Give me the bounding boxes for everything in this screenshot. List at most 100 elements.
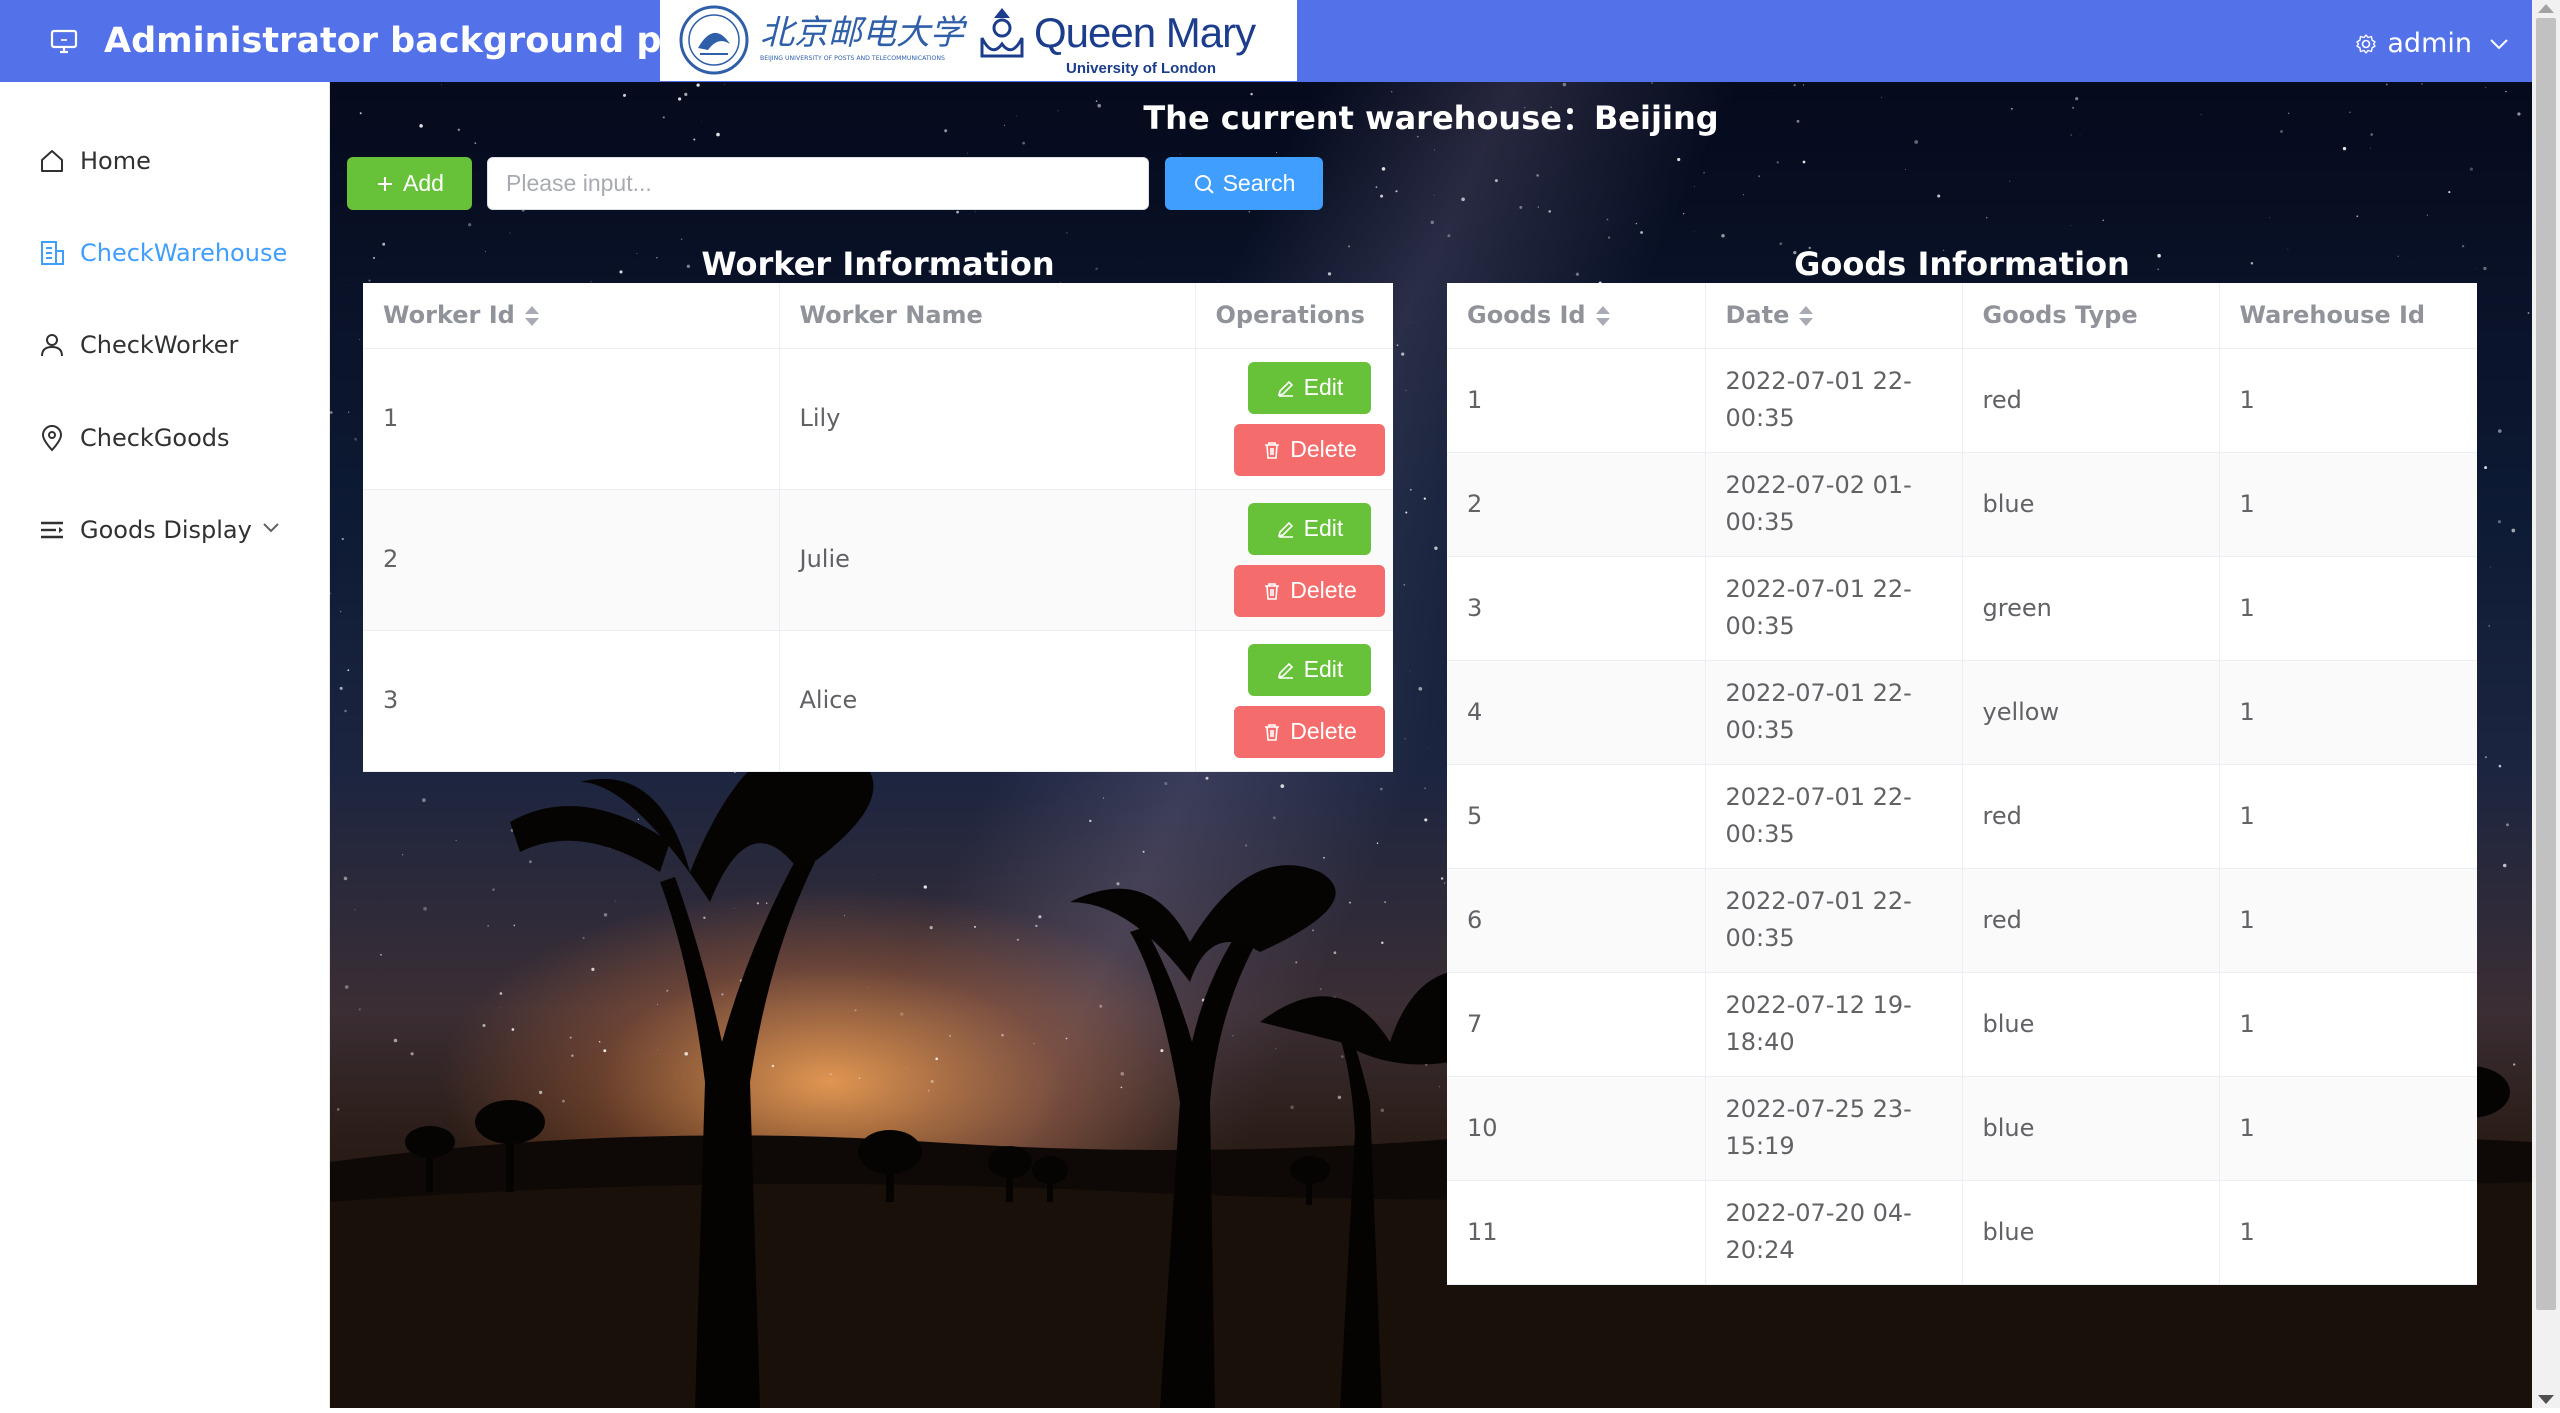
goods-id-cell: 2 [1447,452,1706,557]
chevron-down-icon [2490,39,2508,50]
scroll-up-arrow[interactable] [2538,4,2554,13]
worker-name-cell: Lily [779,348,1196,490]
edit-button[interactable]: Edit [1248,643,1371,696]
goods-type-cell: blue [1962,972,2220,1077]
goods-id-cell: 3 [1447,556,1706,661]
trash-icon [1265,582,1280,600]
table-row: 1 2022-07-01 22-00:35 red 1 [1447,348,2477,453]
edit-button[interactable]: Edit [1248,502,1371,555]
goods-type-cell: blue [1962,452,2220,557]
sort-icon[interactable] [1799,305,1814,327]
sidebar: Home CheckWarehouse CheckWorker CheckGoo… [0,82,330,1408]
date-cell: 2022-07-12 19-18:40 [1705,972,1963,1077]
chevron-down-icon [263,523,279,533]
column-header-warehouse-id: Warehouse Id [2219,283,2477,349]
operations-cell: Edit Delete [1195,489,1393,631]
table-row: 1 Lily Edit Delete [363,348,1393,490]
date-cell: 2022-07-01 22-00:35 [1705,348,1963,453]
table-row: 2 Julie Edit Delete [363,489,1393,631]
sort-icon[interactable] [1595,305,1610,327]
add-button[interactable]: Add [347,157,472,210]
sidebar-item-label: Goods Display [80,516,252,544]
column-header-worker-name: Worker Name [779,283,1196,349]
date-cell: 2022-07-01 22-00:35 [1705,764,1963,869]
sidebar-item-goods-display[interactable]: Goods Display [0,484,330,576]
edit-button[interactable]: Edit [1248,361,1371,414]
goods-table: Goods Id Date Goods Type Warehouse Id 1 2… [1447,283,2477,1285]
user-icon [41,334,63,357]
sidebar-item-checkgoods[interactable]: CheckGoods [0,392,330,484]
bupt-english-name: BEIJING UNIVERSITY OF POSTS AND TELECOMM… [760,55,945,62]
warehouse-id-cell: 1 [2219,972,2477,1077]
queen-mary-crest [980,8,1024,58]
search-button[interactable]: Search [1165,157,1323,210]
building-icon [41,241,64,265]
date-cell: 2022-07-20 04-20:24 [1705,1180,1963,1285]
date-cell: 2022-07-01 22-00:35 [1705,868,1963,973]
sidebar-item-label: CheckWorker [80,331,239,359]
search-button-label: Search [1222,170,1296,196]
username-label: admin [2387,28,2472,59]
sidebar-item-label: Home [80,147,151,175]
university-logos: 北京邮电大学 BEIJING UNIVERSITY OF POSTS AND T… [660,0,1297,81]
worker-section-title: Worker Information [701,245,1055,283]
sort-icon[interactable] [524,305,539,327]
house-icon [41,150,63,172]
goods-id-cell: 7 [1447,972,1706,1077]
delete-button[interactable]: Delete [1234,564,1385,617]
worker-table: Worker Id Worker Name Operations 1 Lily … [363,283,1393,772]
user-menu[interactable]: admin [2355,26,2510,62]
goods-id-cell: 10 [1447,1076,1706,1181]
queen-mary-name: Queen Mary [1034,9,1256,56]
sidebar-item-checkworker[interactable]: CheckWorker [0,299,330,391]
sidebar-item-label: CheckGoods [80,424,230,452]
date-cell: 2022-07-01 22-00:35 [1705,660,1963,765]
scroll-down-arrow[interactable] [2538,1395,2554,1404]
date-cell: 2022-07-01 22-00:35 [1705,556,1963,661]
warehouse-id-cell: 1 [2219,348,2477,453]
column-header-operations: Operations [1195,283,1393,349]
bupt-logo [679,5,749,75]
sidebar-item-home[interactable]: Home [0,115,330,207]
delete-button[interactable]: Delete [1234,705,1385,758]
column-header-goods-id[interactable]: Goods Id [1447,283,1706,349]
operations-cell: Edit Delete [1195,348,1393,490]
sidebar-item-label: CheckWarehouse [80,239,288,267]
column-header-goods-type: Goods Type [1962,283,2220,349]
page-scrollbar[interactable] [2532,0,2560,1408]
warehouse-title: The current warehouse：Beijing [1143,99,1719,137]
table-row: 10 2022-07-25 23-15:19 blue 1 [1447,1076,2477,1181]
plus-icon [378,176,393,191]
goods-type-cell: red [1962,764,2220,869]
warehouse-id-cell: 1 [2219,764,2477,869]
search-icon [1194,174,1214,194]
goods-id-cell: 11 [1447,1180,1706,1285]
trash-icon [1265,441,1280,459]
warehouse-id-cell: 1 [2219,556,2477,661]
date-cell: 2022-07-25 23-15:19 [1705,1076,1963,1181]
add-button-label: Add [403,170,444,196]
column-header-date[interactable]: Date [1705,283,1963,349]
monitor-icon [50,29,78,54]
goods-type-cell: red [1962,868,2220,973]
table-header-row: Goods Id Date Goods Type Warehouse Id [1447,283,2477,349]
warehouse-id-cell: 1 [2219,660,2477,765]
column-header-worker-id[interactable]: Worker Id [363,283,780,349]
delete-button[interactable]: Delete [1234,423,1385,476]
location-pin-icon [41,425,63,452]
goods-type-cell: yellow [1962,660,2220,765]
operations-cell: Edit Delete [1195,630,1393,772]
worker-name-cell: Alice [779,630,1196,772]
search-input[interactable] [487,157,1149,210]
scrollbar-thumb[interactable] [2536,18,2556,1310]
table-row: 7 2022-07-12 19-18:40 blue 1 [1447,972,2477,1077]
date-cell: 2022-07-02 01-00:35 [1705,452,1963,557]
edit-pencil-icon [1277,521,1293,538]
bupt-chinese-name: 北京邮电大学 [760,13,968,53]
top-header: Administrator background page 北京邮电大学 BEI… [0,0,2532,82]
main-content: The current warehouse：Beijing Add Search… [330,82,2532,1408]
goods-id-cell: 4 [1447,660,1706,765]
table-row: 4 2022-07-01 22-00:35 yellow 1 [1447,660,2477,765]
sidebar-item-checkwarehouse[interactable]: CheckWarehouse [0,207,330,299]
table-row: 3 2022-07-01 22-00:35 green 1 [1447,556,2477,661]
